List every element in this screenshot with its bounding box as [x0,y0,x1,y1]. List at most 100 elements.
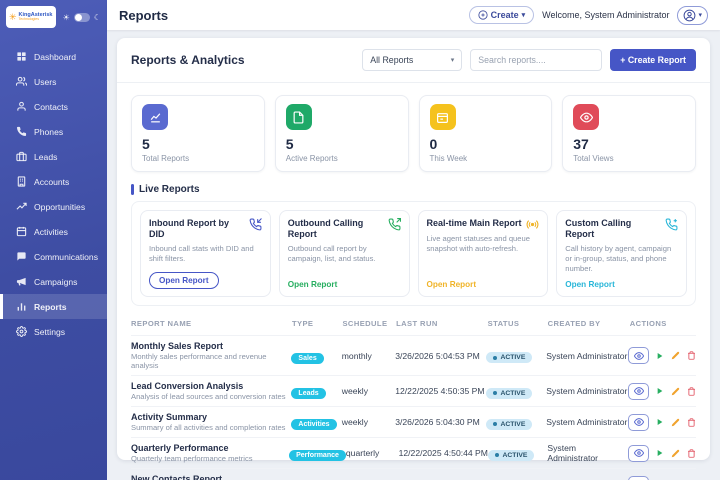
status-badge: ACTIVE [486,352,533,364]
page-title: Reports [119,7,169,23]
create-report-button[interactable]: + Create Report [610,49,696,71]
open-report-link[interactable]: Open Report [427,274,540,289]
sidebar-item-settings[interactable]: Settings [0,319,107,344]
reports-table: REPORT NAME TYPE SCHEDULE LAST RUN STATU… [117,306,710,480]
type-badge: Activities [291,419,337,431]
type-badge: Leads [291,388,326,400]
status-badge: ACTIVE [488,449,535,461]
sidebar-item-opportunities[interactable]: Opportunities [0,194,107,219]
brand-tagline: Technologies [18,17,39,21]
table-row: Quarterly Performance Quarterly team perf… [131,438,696,470]
live-card-custom: Custom Calling Report Call history by ag… [556,210,687,298]
run-button[interactable] [656,418,664,426]
sun-icon: ☀ [62,12,70,22]
moon-icon: ☾ [93,12,101,22]
table-row: Monthly Sales Report Monthly sales perfor… [131,336,696,377]
eye-icon [633,387,644,396]
sidebar-item-accounts[interactable]: Accounts [0,169,107,194]
users-icon [16,76,27,86]
type-badge: Sales [291,352,324,364]
sidebar-item-dashboard[interactable]: Dashboard [0,44,107,69]
stat-this-week: 0 This Week [418,95,553,172]
view-button[interactable] [628,444,649,462]
sidebar-item-leads[interactable]: Leads [0,144,107,169]
sidebar-item-users[interactable]: Users [0,69,107,94]
panel-header: Reports & Analytics All Reports ▾ + Crea… [117,38,710,83]
pencil-icon [671,352,680,360]
edit-button[interactable] [671,449,680,458]
file-icon [293,110,304,124]
delete-button[interactable] [687,449,696,458]
view-button[interactable] [628,347,649,365]
avatar-icon [684,9,696,21]
delete-button[interactable] [687,351,696,360]
bar-chart-icon [17,303,26,311]
stat-total-reports: 5 Total Reports [131,95,265,172]
edit-button[interactable] [671,351,680,360]
report-filter-select[interactable]: All Reports ▾ [362,49,463,71]
brand-logo[interactable]: ✳ KingAsterisk Technologies [6,6,56,28]
status-badge: ACTIVE [486,418,533,430]
briefcase-icon [16,151,27,162]
search-input[interactable] [470,49,603,71]
play-icon [657,352,663,359]
phone-icon [16,126,27,137]
play-icon [657,450,663,457]
welcome-text: Welcome, System Administrator [542,10,670,20]
delete-button[interactable] [687,418,696,427]
user-menu-button[interactable]: ▾ [677,5,708,25]
live-reports-row: Inbound Report by DID Inbound call stats… [131,201,696,307]
eye-icon [579,112,593,122]
theme-switcher: ☀ ☾ [62,12,101,22]
live-card-outbound: Outbound Calling Report Outbound call re… [278,210,410,298]
play-icon [657,419,663,426]
view-button[interactable] [628,475,649,480]
pencil-icon [671,387,680,395]
chevron-down-icon: ▾ [450,57,455,64]
calendar-icon [16,226,27,237]
topbar: Reports Create ▾ Welcome, System Adminis… [107,0,720,30]
edit-button[interactable] [671,418,680,427]
chevron-down-icon: ▾ [698,12,702,19]
line-chart-icon [150,112,160,122]
phone-incoming-icon [249,218,262,231]
megaphone-icon [16,277,26,286]
run-button[interactable] [656,449,664,457]
eye-icon [633,449,644,458]
sidebar-item-phones[interactable]: Phones [0,119,107,144]
sidebar: ✳ KingAsterisk Technologies ☀ ☾ Dashboar… [0,0,107,480]
dashboard-icon [17,52,26,61]
view-button[interactable] [628,413,649,431]
view-button[interactable] [628,382,649,400]
open-report-link[interactable]: Open Report [565,274,678,289]
phone-outgoing-icon [388,218,401,231]
play-icon [657,388,663,395]
open-report-button[interactable]: Open Report [149,266,262,290]
theme-toggle[interactable] [73,12,90,22]
table-row: New Contacts ReportReport of newly added… [131,469,696,480]
sidebar-header: ✳ KingAsterisk Technologies ☀ ☾ [0,0,107,34]
live-card-realtime: Real-time Main Report Live agent statuse… [417,210,549,298]
run-button[interactable] [656,387,664,395]
create-button[interactable]: Create ▾ [468,6,535,24]
run-button[interactable] [656,352,664,360]
stats-row: 5 Total Reports 5 Active Reports 0 This … [117,83,710,182]
logo-star-icon: ✳ [9,11,17,22]
chat-icon [17,252,26,261]
table-row: Activity Summary Summary of all activitie… [131,407,696,439]
reports-panel: Reports & Analytics All Reports ▾ + Crea… [117,38,710,480]
eye-icon [633,418,644,427]
open-report-link[interactable]: Open Report [288,274,401,289]
broadcast-icon [526,220,539,229]
trash-icon [688,387,695,396]
sidebar-item-communications[interactable]: Communications [0,244,107,269]
sidebar-item-reports[interactable]: Reports [0,294,107,319]
live-reports-header: Live Reports [117,182,710,201]
sidebar-item-campaigns[interactable]: Campaigns [0,269,107,294]
delete-button[interactable] [687,387,696,396]
sidebar-item-activities[interactable]: Activities [0,219,107,244]
sidebar-item-contacts[interactable]: Contacts [0,94,107,119]
status-badge: ACTIVE [486,387,533,399]
live-card-inbound: Inbound Report by DID Inbound call stats… [140,210,271,298]
edit-button[interactable] [671,387,680,396]
